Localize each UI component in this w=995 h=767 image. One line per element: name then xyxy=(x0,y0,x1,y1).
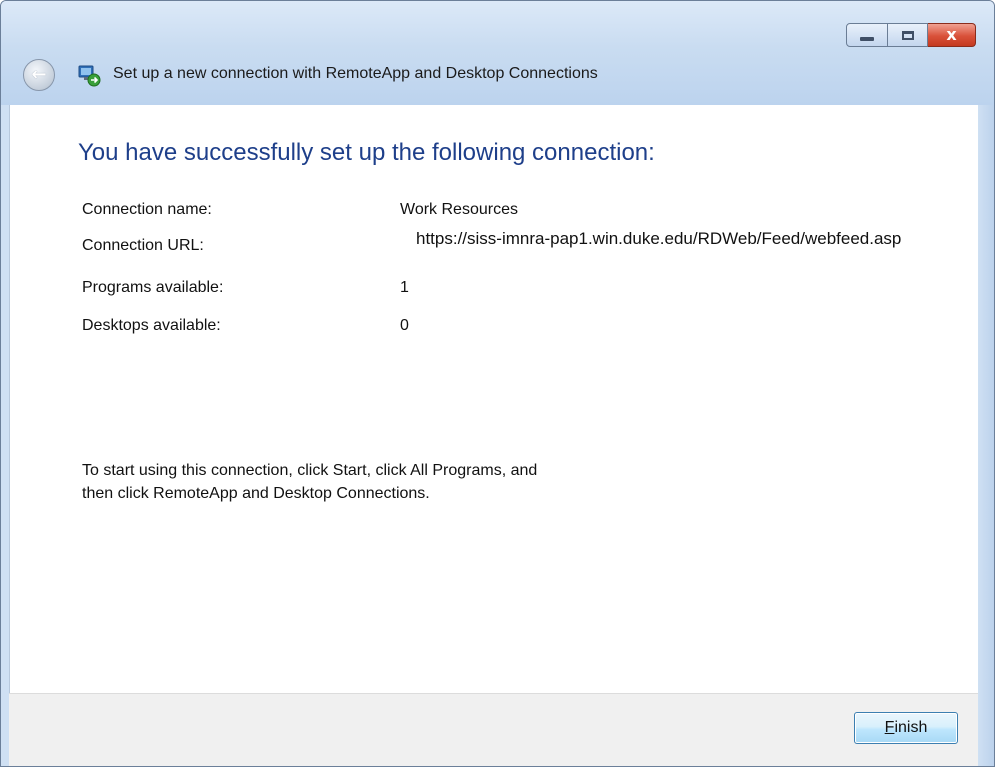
connection-url-value: https://siss-imnra-pap1.win.duke.edu/RDW… xyxy=(416,229,902,248)
desktops-available-value: 0 xyxy=(400,317,409,334)
back-button[interactable]: ← xyxy=(23,59,55,91)
minimize-icon xyxy=(860,37,874,41)
dialog-footer: Finish xyxy=(9,693,978,766)
desktops-available-label: Desktops available: xyxy=(82,317,221,334)
maximize-icon xyxy=(901,30,914,40)
dialog-window: x ← Set up a new connection with RemoteA… xyxy=(0,0,995,767)
content-panel: You have successfully set up the followi… xyxy=(9,105,979,693)
close-icon: x xyxy=(946,25,957,44)
programs-available-label: Programs available: xyxy=(82,279,224,296)
connection-url-label: Connection URL: xyxy=(82,237,204,254)
page-heading: You have successfully set up the followi… xyxy=(78,139,655,166)
caption-buttons: x xyxy=(846,23,976,49)
window-title: Set up a new connection with RemoteApp a… xyxy=(113,65,598,82)
connection-name-value: Work Resources xyxy=(400,201,518,218)
window-frame-right xyxy=(978,105,994,766)
finish-mnemonic: F xyxy=(884,719,895,736)
programs-available-value: 1 xyxy=(400,279,409,296)
connection-name-label: Connection name: xyxy=(82,201,212,218)
remoteapp-connection-icon xyxy=(78,65,101,87)
minimize-button[interactable] xyxy=(846,23,888,47)
close-button[interactable]: x xyxy=(928,23,976,47)
finish-label: inish xyxy=(894,719,928,736)
title-bar: x ← Set up a new connection with RemoteA… xyxy=(1,1,994,105)
usage-instructions: To start using this connection, click St… xyxy=(82,462,538,502)
finish-button[interactable]: Finish xyxy=(854,712,958,744)
back-arrow-icon: ← xyxy=(31,64,47,85)
maximize-button[interactable] xyxy=(888,23,928,47)
